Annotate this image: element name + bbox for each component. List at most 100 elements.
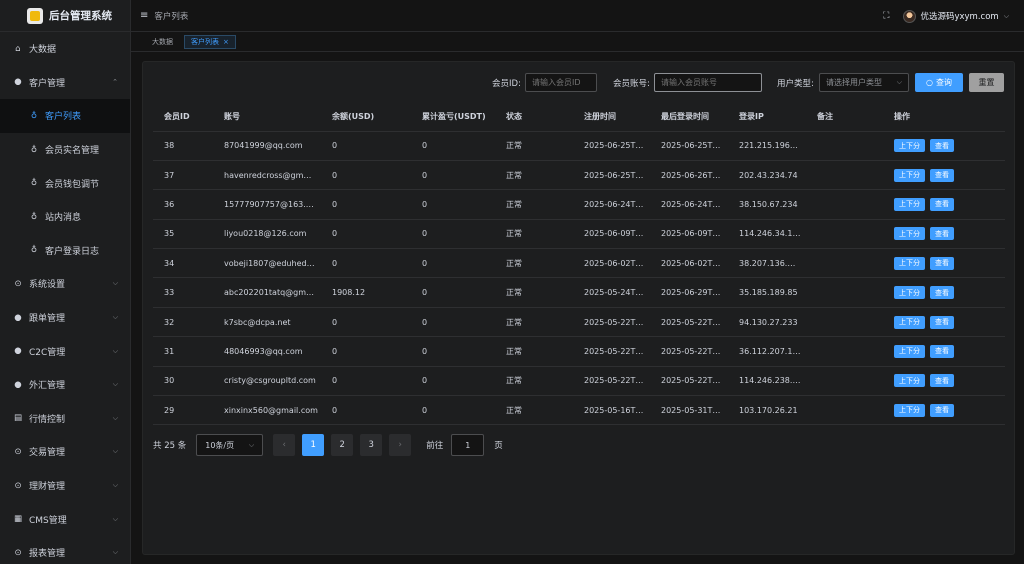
sidebar-item[interactable]: ⊙ 系统设置 ⌵ bbox=[0, 267, 130, 301]
tag-customer-list[interactable]: 客户列表 × bbox=[184, 34, 236, 49]
account-input[interactable] bbox=[654, 73, 762, 92]
view-button[interactable]: 查看 bbox=[930, 286, 954, 300]
sidebar-item[interactable]: ⊙ 报表管理 ⌵ bbox=[0, 536, 130, 564]
member-id-input[interactable] bbox=[525, 73, 597, 92]
sidebar-item[interactable]: ♁ 会员钱包调节 bbox=[0, 166, 130, 200]
table-cell: xinxinx560@gmail.com bbox=[213, 395, 321, 426]
column-header: 账号 bbox=[213, 102, 321, 132]
table-cell: 0 bbox=[411, 366, 495, 397]
adjust-balance-button[interactable]: 上下分 bbox=[894, 227, 925, 241]
adjust-balance-button[interactable]: 上下分 bbox=[894, 344, 925, 358]
adjust-balance-button[interactable]: 上下分 bbox=[894, 315, 925, 329]
sidebar-item[interactable]: ⊙ 理财管理 ⌵ bbox=[0, 469, 130, 503]
table-cell: 35 bbox=[153, 219, 213, 250]
table-cell-ops: 上下分 查看 bbox=[883, 131, 1005, 161]
sidebar-item[interactable]: ♁ 站内消息 bbox=[0, 200, 130, 234]
tag-dashboard[interactable]: 大数据 bbox=[145, 35, 180, 49]
page-button-1[interactable]: 1 bbox=[302, 434, 325, 456]
table-cell: vobeji1807@eduhed… bbox=[213, 248, 321, 279]
breadcrumb: 客户列表 bbox=[154, 11, 189, 22]
report-icon: ⊙ bbox=[14, 547, 22, 558]
sidebar: 后台管理系统 ⌂ 大数据 ● 客户管理 ⌃ ♁ 客户列表 ♁ 会员实名管理 ♁ 会员钱包调节 ♁ 站内消… bbox=[0, 0, 131, 564]
thumb-icon: ♁ bbox=[30, 144, 38, 155]
view-button[interactable]: 查看 bbox=[930, 374, 954, 388]
row-actions: 上下分 查看 bbox=[894, 197, 1005, 211]
view-button[interactable]: 查看 bbox=[930, 403, 954, 417]
adjust-balance-button[interactable]: 上下分 bbox=[894, 286, 925, 300]
table-cell: 2025-05-22T… bbox=[573, 336, 650, 367]
table-cell: 2025-05-22T… bbox=[650, 336, 728, 367]
table-cell: 35.185.189.85 bbox=[728, 277, 806, 308]
user-type-select[interactable]: 请选择用户类型 ⌵ bbox=[819, 73, 909, 92]
header-right: ⛶ 优选源码yxym.com ⌵ bbox=[883, 0, 1009, 32]
table-cell: 32 bbox=[153, 307, 213, 338]
adjust-balance-button[interactable]: 上下分 bbox=[894, 197, 925, 211]
sidebar-item[interactable]: ⊙ 交易管理 ⌵ bbox=[0, 435, 130, 469]
view-button[interactable]: 查看 bbox=[930, 168, 954, 182]
adjust-balance-button[interactable]: 上下分 bbox=[894, 374, 925, 388]
goto-page-input[interactable] bbox=[451, 434, 485, 456]
table-cell: 0 bbox=[411, 277, 495, 308]
sidebar-item-label: 外汇管理 bbox=[29, 381, 66, 392]
table-cell: 0 bbox=[321, 366, 411, 397]
table-row: 32 k7sbc@dcpa.net 0 0 正常 2025-05-22T… 2025-05-… bbox=[153, 307, 1005, 338]
next-page-button[interactable]: › bbox=[389, 434, 412, 456]
table-cell: 0 bbox=[321, 131, 411, 161]
adjust-balance-button[interactable]: 上下分 bbox=[894, 168, 925, 182]
user-type-placeholder: 请选择用户类型 bbox=[826, 78, 882, 87]
adjust-balance-button[interactable]: 上下分 bbox=[894, 256, 925, 270]
table-cell: 38 bbox=[153, 131, 213, 161]
sidebar-item[interactable]: ● C2C管理 ⌵ bbox=[0, 334, 130, 368]
view-button[interactable]: 查看 bbox=[930, 315, 954, 329]
sidebar-item[interactable]: ● 外汇管理 ⌵ bbox=[0, 368, 130, 402]
table-cell: 114.246.238.… bbox=[728, 366, 806, 397]
sidebar-item[interactable]: ● 跟单管理 ⌵ bbox=[0, 301, 130, 335]
page-size-select[interactable]: 10条/页 ⌵ bbox=[196, 434, 264, 456]
total-count: 共 25 条 bbox=[153, 441, 187, 451]
sidebar-item-label: 跟单管理 bbox=[29, 314, 66, 325]
table-cell: 2025-05-16T… bbox=[573, 395, 650, 426]
menu-toggle-icon[interactable]: ≡ bbox=[140, 10, 148, 21]
column-header: 累计盈亏(USDT) bbox=[411, 102, 495, 132]
reset-button[interactable]: 重置 bbox=[969, 73, 1004, 92]
page-button-2[interactable]: 2 bbox=[331, 434, 354, 456]
table-cell: 0 bbox=[411, 307, 495, 338]
sidebar-item[interactable]: ● 客户管理 ⌃ bbox=[0, 66, 130, 100]
view-button[interactable]: 查看 bbox=[930, 344, 954, 358]
close-icon[interactable]: × bbox=[223, 38, 229, 46]
sidebar-item-label: C2C管理 bbox=[29, 347, 66, 358]
view-button[interactable]: 查看 bbox=[930, 227, 954, 241]
fullscreen-icon[interactable]: ⛶ bbox=[883, 11, 889, 21]
table-cell bbox=[806, 160, 883, 191]
sidebar-item[interactable]: ♁ 客户列表 bbox=[0, 99, 130, 133]
view-button[interactable]: 查看 bbox=[930, 139, 954, 153]
page-button-3[interactable]: 3 bbox=[360, 434, 383, 456]
chevron-up-icon: ⌃ bbox=[112, 78, 118, 87]
chevron-down-icon: ⌵ bbox=[112, 279, 118, 288]
sidebar-item[interactable]: ▤ 行情控制 ⌵ bbox=[0, 402, 130, 436]
avatar[interactable] bbox=[903, 9, 917, 23]
table-cell bbox=[806, 131, 883, 161]
adjust-balance-button[interactable]: 上下分 bbox=[894, 139, 925, 153]
sidebar-item[interactable]: ♁ 客户登录日志 bbox=[0, 234, 130, 268]
view-button[interactable]: 查看 bbox=[930, 256, 954, 270]
table-cell-ops: 上下分 查看 bbox=[883, 395, 1005, 426]
sidebar-item[interactable]: ♁ 会员实名管理 bbox=[0, 133, 130, 167]
view-button[interactable]: 查看 bbox=[930, 197, 954, 211]
sidebar-item[interactable]: ▦ CMS管理 ⌵ bbox=[0, 502, 130, 536]
username[interactable]: 优选源码yxym.com bbox=[920, 10, 998, 22]
sidebar-item[interactable]: ⌂ 大数据 bbox=[0, 32, 130, 66]
table-cell: 0 bbox=[321, 307, 411, 338]
adjust-balance-button[interactable]: 上下分 bbox=[894, 403, 925, 417]
query-button[interactable]: ○ 查询 bbox=[915, 73, 963, 92]
table-cell: 2025-05-22T… bbox=[650, 307, 728, 338]
query-label: 查询 bbox=[935, 78, 952, 87]
table-cell bbox=[806, 366, 883, 397]
tags-bar: 大数据 客户列表 × bbox=[131, 32, 1024, 52]
prev-page-button[interactable]: ‹ bbox=[273, 434, 296, 456]
pagination: 共 25 条 10条/页 ⌵ ‹ 1 2 3 › 前往 页 bbox=[153, 433, 503, 457]
chevron-down-icon[interactable]: ⌵ bbox=[1004, 12, 1009, 21]
trade-icon: ⊙ bbox=[14, 446, 22, 457]
table-cell: 1908.12 bbox=[321, 277, 411, 308]
table-cell-ops: 上下分 查看 bbox=[883, 336, 1005, 367]
